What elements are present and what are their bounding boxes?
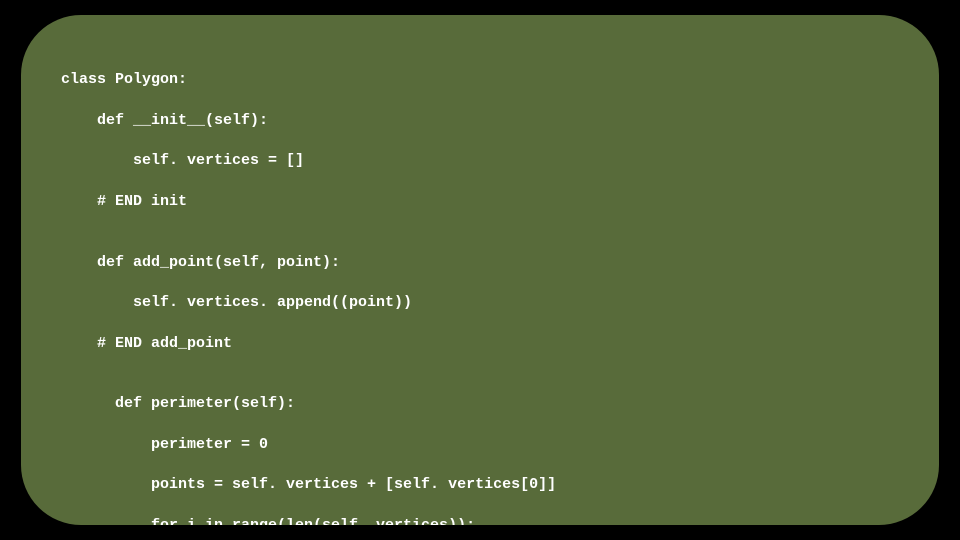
code-slide: class Polygon: def __init__(self): self.… xyxy=(21,15,939,525)
code-line: self. vertices = [] xyxy=(61,151,899,171)
code-line: class Polygon: xyxy=(61,70,899,90)
code-line: points = self. vertices + [self. vertice… xyxy=(61,475,899,495)
code-line: def add_point(self, point): xyxy=(61,253,899,273)
code-line: perimeter = 0 xyxy=(61,435,899,455)
code-line: # END init xyxy=(61,192,899,212)
code-line: # END add_point xyxy=(61,334,899,354)
code-line: def __init__(self): xyxy=(61,111,899,131)
code-line: self. vertices. append((point)) xyxy=(61,293,899,313)
code-line: def perimeter(self): xyxy=(61,394,899,414)
code-line: for i in range(len(self. vertices)): xyxy=(61,516,899,525)
